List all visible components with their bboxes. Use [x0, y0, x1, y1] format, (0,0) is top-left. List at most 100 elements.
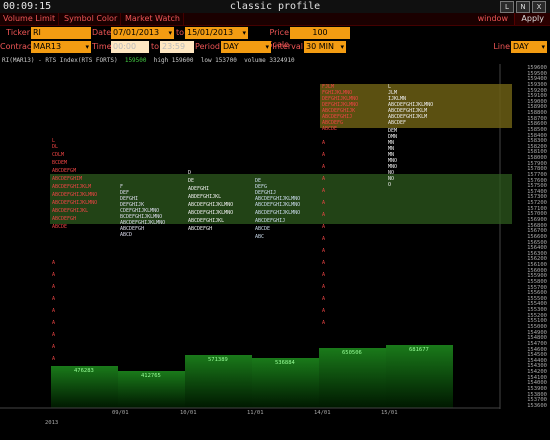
line-select[interactable]: DAY	[511, 41, 547, 53]
svg-text:DL: DL	[52, 144, 58, 150]
period-select[interactable]: DAY	[221, 41, 271, 53]
svg-text:A: A	[52, 272, 55, 278]
svg-text:BCDEM: BCDEM	[52, 160, 67, 166]
date-label: Date	[92, 28, 112, 37]
low-price: low 153700	[200, 57, 237, 64]
date-from-picker[interactable]: 07/01/2013	[111, 27, 174, 39]
svg-text:ABCDE: ABCDE	[322, 126, 337, 132]
svg-text:A: A	[322, 176, 325, 182]
date-to-picker[interactable]: 15/01/2013	[185, 27, 248, 39]
maximize-button[interactable]: N	[516, 1, 530, 13]
svg-text:A: A	[322, 296, 325, 302]
menu-bar: Volume Limit Symbol Color Market Watch w…	[0, 13, 550, 26]
svg-text:A: A	[322, 200, 325, 206]
volume-label-1: 476283	[74, 368, 94, 374]
price-scale-label: Price Scale	[267, 28, 289, 49]
price-scale-input[interactable]: 100	[290, 27, 350, 39]
svg-text:A: A	[322, 284, 325, 290]
svg-text:D: D	[188, 170, 191, 176]
time-to-label: to	[150, 42, 159, 51]
svg-text:A: A	[52, 260, 55, 266]
svg-text:ABCDEF: ABCDEF	[388, 120, 406, 126]
svg-text:ABCDEFGHIM: ABCDEFGHIM	[52, 176, 82, 182]
svg-text:A: A	[322, 260, 325, 266]
svg-text:A: A	[52, 356, 55, 362]
svg-text:ABCDEFGHIJKLMNO: ABCDEFGHIJKLMNO	[255, 210, 300, 216]
svg-text:ADEFGHI: ADEFGHI	[188, 186, 209, 192]
svg-text:A: A	[322, 320, 325, 326]
menu-volume-limit[interactable]: Volume Limit	[0, 13, 60, 25]
svg-text:A: A	[52, 284, 55, 290]
svg-text:ABCDEFGH: ABCDEFGH	[52, 216, 76, 222]
window-title: classic profile	[229, 1, 321, 12]
window-controls: L N X	[500, 1, 546, 13]
interval-label: Interval	[272, 42, 303, 51]
period-label: Period	[195, 42, 220, 51]
minimize-button[interactable]: L	[500, 1, 514, 13]
close-button[interactable]: X	[532, 1, 546, 13]
svg-text:A: A	[52, 344, 55, 350]
svg-text:ABCDEFGHIJKLMNO: ABCDEFGHIJKLMNO	[188, 202, 233, 208]
high-price: high 159600	[153, 57, 194, 64]
volume-label-3: 571389	[208, 357, 228, 363]
svg-text:ABCDEFGHIJ: ABCDEFGHIJ	[255, 218, 285, 224]
contract-select[interactable]: MAR13	[31, 41, 91, 53]
volume-bar-5	[319, 348, 386, 408]
price-tick-label: 153600	[527, 402, 547, 409]
svg-text:A: A	[52, 332, 55, 338]
date-tick-1401: 14/01	[314, 410, 331, 416]
svg-text:ABCD: ABCD	[120, 232, 132, 238]
menu-symbol-color[interactable]: Symbol Color	[61, 13, 122, 25]
svg-text:A: A	[322, 152, 325, 158]
svg-text:ABCDE: ABCDE	[52, 224, 67, 230]
svg-text:ABDEFGHIJKL: ABDEFGHIJKL	[188, 194, 221, 200]
svg-text:A: A	[322, 224, 325, 230]
svg-text:A: A	[52, 320, 55, 326]
ticker-input[interactable]: RI	[31, 27, 91, 39]
svg-text:ABCDEFGHIJKLMNO: ABCDEFGHIJKLMNO	[255, 202, 300, 208]
svg-text:ABCDEFGHIJKL: ABCDEFGHIJKL	[52, 208, 88, 214]
svg-text:ABCDEFGHIJKLM: ABCDEFGHIJKLM	[52, 184, 91, 190]
time-from-input[interactable]: 00:00	[111, 41, 149, 53]
svg-text:ABCDEFGH: ABCDEFGH	[188, 226, 212, 232]
volume-label-6: 681677	[409, 347, 429, 353]
time-to-input[interactable]: 23:59	[160, 41, 194, 53]
svg-text:A: A	[322, 164, 325, 170]
svg-text:ABC: ABC	[255, 234, 264, 240]
svg-text:ABCDEFGM: ABCDEFGM	[52, 168, 76, 174]
volume-label-2: 412765	[141, 373, 161, 379]
volume-bar-6	[386, 345, 453, 408]
apply-button[interactable]: Apply	[514, 13, 550, 25]
market-profile-chart: LDLCDLM BCDEMABCDEFGMABCDEFGHIM ABCDEFGH…	[0, 64, 512, 409]
svg-text:ABCDE: ABCDE	[255, 226, 270, 232]
volume-label-5: 650506	[342, 350, 362, 356]
svg-text:ABCDEFGHIJKLMNO: ABCDEFGHIJKLMNO	[188, 210, 233, 216]
contract-label: Contract	[0, 42, 35, 51]
volume: volume 3324910	[244, 57, 295, 64]
svg-text:A: A	[322, 236, 325, 242]
menu-market-watch[interactable]: Market Watch	[122, 13, 184, 25]
date-to-label: to	[175, 28, 184, 37]
svg-text:A: A	[322, 272, 325, 278]
line-label: Line	[493, 42, 510, 51]
symbol-info: RI(MAR13) - RTS Index(RTS FORTS) 159500 …	[2, 57, 295, 64]
menu-window[interactable]: window	[478, 13, 508, 25]
svg-text:A: A	[322, 140, 325, 146]
title-bar: 00:09:15 classic profile L N X	[0, 0, 550, 14]
svg-text:CDLM: CDLM	[52, 152, 64, 158]
date-tick-0901: 09/01	[112, 410, 129, 416]
volume-bars	[51, 345, 453, 408]
svg-text:A: A	[322, 212, 325, 218]
svg-text:ABCDEFGHIJKLMNO: ABCDEFGHIJKLMNO	[52, 200, 97, 206]
year-label: 2013	[45, 420, 59, 426]
svg-text:A: A	[52, 308, 55, 314]
date-tick-1001: 10/01	[180, 410, 197, 416]
time-label: Time	[92, 42, 112, 51]
date-tick-1501: 15/01	[381, 410, 398, 416]
interval-select[interactable]: 30 MIN	[304, 41, 346, 53]
svg-text:A: A	[322, 308, 325, 314]
ticker-label: Ticker	[6, 28, 30, 37]
svg-text:DE: DE	[188, 178, 194, 184]
last-price: 159500	[124, 57, 147, 64]
symbol-name: RI(MAR13) - RTS Index(RTS FORTS)	[2, 57, 118, 64]
